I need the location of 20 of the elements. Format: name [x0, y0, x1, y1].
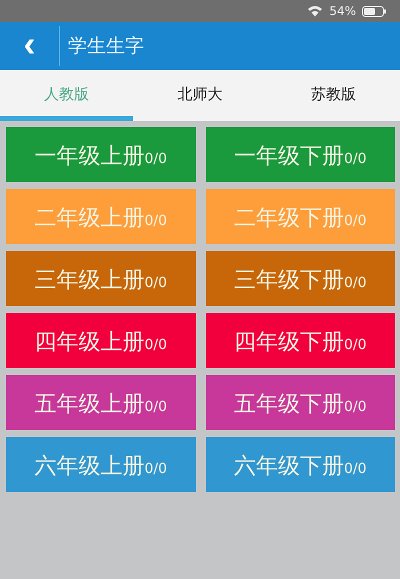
wifi-icon: [307, 5, 324, 17]
textbook-button[interactable]: 六年级下册0/0: [206, 437, 395, 492]
page-title: 学生生字: [68, 34, 144, 59]
textbook-button[interactable]: 四年级下册0/0: [206, 313, 395, 368]
textbook-button[interactable]: 五年级上册0/0: [6, 375, 196, 430]
textbook-button[interactable]: 三年级上册0/0: [6, 251, 196, 306]
textbook-button[interactable]: 三年级下册0/0: [206, 251, 395, 306]
textbook-button[interactable]: 五年级下册0/0: [206, 375, 395, 430]
textbook-button[interactable]: 六年级上册0/0: [6, 437, 196, 492]
battery-percentage: 54%: [329, 4, 356, 18]
textbook-button[interactable]: 一年级下册0/0: [206, 127, 395, 182]
textbook-button[interactable]: 一年级上册0/0: [6, 127, 196, 182]
back-button[interactable]: ‹: [0, 26, 60, 66]
textbook-button[interactable]: 二年级下册0/0: [206, 189, 395, 244]
tab[interactable]: 苏教版: [266, 70, 400, 121]
textbook-button[interactable]: 二年级上册0/0: [6, 189, 196, 244]
tab[interactable]: 北师大: [133, 70, 267, 121]
textbook-button[interactable]: 四年级上册0/0: [6, 313, 196, 368]
tab[interactable]: 人教版: [0, 70, 134, 121]
battery-icon: [362, 6, 386, 16]
